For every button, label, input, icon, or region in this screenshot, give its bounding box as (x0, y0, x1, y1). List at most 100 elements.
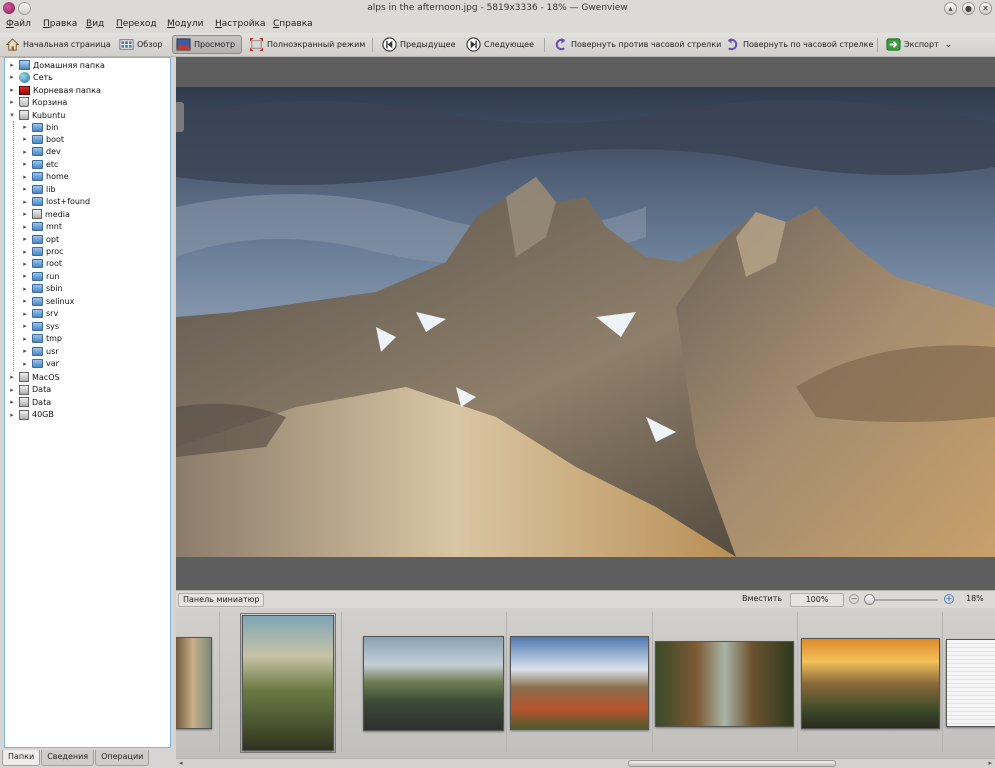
expand-arrow-icon[interactable]: ▸ (21, 272, 29, 280)
chevron-down-icon[interactable]: ⌄ (945, 40, 953, 50)
tree-item-trash[interactable]: ▸ Корзина (8, 96, 67, 108)
menu-file[interactable]: Файл (6, 19, 31, 29)
scrollbar-handle[interactable] (628, 760, 836, 767)
tree-item-sbin[interactable]: ▸ sbin (21, 283, 63, 295)
tree-item-root[interactable]: ▸ root (21, 258, 62, 270)
expand-arrow-icon[interactable]: ▸ (8, 373, 16, 381)
close-button[interactable]: ✕ (979, 2, 992, 15)
expand-arrow-icon[interactable]: ▸ (21, 347, 29, 355)
view-button[interactable]: Просмотр (172, 35, 242, 54)
next-button[interactable]: Следующее (463, 35, 537, 54)
menu-plugins[interactable]: Модули (167, 19, 203, 29)
expand-arrow-icon[interactable]: ▸ (8, 411, 16, 419)
thumbnail[interactable] (946, 639, 995, 727)
tree-item-etc[interactable]: ▸ etc (21, 158, 58, 170)
thumbnail[interactable] (176, 637, 212, 729)
expand-arrow-icon[interactable]: ▸ (21, 248, 29, 256)
menu-settings[interactable]: Настройка (215, 19, 266, 29)
tree-item-home[interactable]: ▸ Домашняя папка (8, 59, 105, 71)
zoom-slider-handle[interactable] (864, 594, 875, 605)
zoom-100-button[interactable]: 100% (790, 593, 844, 607)
expand-arrow-icon[interactable]: ▸ (21, 297, 29, 305)
tree-item-sys[interactable]: ▸ sys (21, 320, 59, 332)
thumbnail[interactable] (801, 638, 940, 729)
tree-item-var[interactable]: ▸ var (21, 358, 59, 370)
expand-arrow-icon[interactable]: ▸ (21, 160, 29, 168)
tree-item-bin[interactable]: ▸ bin (21, 121, 58, 133)
image-viewer[interactable] (176, 57, 995, 590)
thumbnail-cell[interactable] (176, 612, 220, 752)
expand-arrow-icon[interactable]: ▸ (21, 360, 29, 368)
tree-item-home[interactable]: ▸ home (21, 171, 69, 183)
expand-arrow-icon[interactable]: ▸ (21, 123, 29, 131)
zoom-slider[interactable] (866, 599, 938, 601)
main-photo[interactable] (176, 87, 995, 557)
expand-arrow-icon[interactable]: ▸ (21, 185, 29, 193)
scroll-right-icon[interactable]: ▸ (988, 759, 992, 767)
tree-item-drive[interactable]: ▸ 40GB (8, 409, 54, 421)
export-button[interactable]: Экспорт ⌄ (883, 35, 955, 54)
zoom-in-icon[interactable]: + (944, 594, 954, 604)
tree-item-drive[interactable]: ▸ MacOS (8, 371, 60, 383)
sidebar-collapse-handle[interactable] (176, 102, 184, 132)
expand-arrow-icon[interactable]: ▸ (21, 285, 29, 293)
tree-item-mnt[interactable]: ▸ mnt (21, 221, 62, 233)
tree-item-selinux[interactable]: ▸ selinux (21, 295, 74, 307)
expand-arrow-icon[interactable]: ▸ (21, 148, 29, 156)
fit-button[interactable]: Вместить (738, 593, 786, 607)
expand-arrow-icon[interactable]: ▸ (21, 135, 29, 143)
expand-arrow-icon[interactable]: ▸ (8, 61, 16, 69)
tree-item-boot[interactable]: ▸ boot (21, 133, 64, 145)
tree-item-drive[interactable]: ▸ Data (8, 384, 51, 396)
scroll-left-icon[interactable]: ◂ (179, 759, 183, 767)
tree-item-usr[interactable]: ▸ usr (21, 345, 59, 357)
menu-go[interactable]: Переход (116, 19, 157, 29)
tab-information[interactable]: Сведения (41, 750, 95, 766)
thumbnail[interactable] (655, 641, 794, 727)
expand-arrow-icon[interactable]: ▸ (21, 310, 29, 318)
expand-arrow-icon[interactable]: ▸ (8, 98, 16, 106)
thumbnail-cell[interactable] (654, 612, 798, 752)
tree-item-run[interactable]: ▸ run (21, 270, 59, 282)
thumbnail-scrollbar[interactable]: ◂ ▸ (176, 758, 995, 768)
tree-item-kubuntu[interactable]: ▾ Kubuntu (8, 109, 65, 121)
zoom-out-icon[interactable]: − (849, 594, 859, 604)
thumbnail-cell[interactable] (221, 612, 342, 753)
browse-button[interactable]: Обзор (116, 35, 165, 54)
rotate-right-button[interactable]: Повернуть по часовой стрелке (722, 35, 876, 54)
menu-edit[interactable]: Правка (43, 19, 77, 29)
expand-arrow-icon[interactable]: ▸ (8, 86, 16, 94)
expand-arrow-icon[interactable]: ▸ (21, 260, 29, 268)
tree-item-tmp[interactable]: ▸ tmp (21, 333, 62, 345)
tree-item-opt[interactable]: ▸ opt (21, 233, 59, 245)
tree-item-root[interactable]: ▸ Корневая папка (8, 84, 101, 96)
tree-item-network[interactable]: ▸ Сеть (8, 71, 53, 83)
thumbnail[interactable] (363, 636, 504, 731)
tab-folders[interactable]: Папки (2, 750, 41, 766)
expand-arrow-icon[interactable]: ▸ (21, 235, 29, 243)
expand-arrow-icon[interactable]: ▸ (21, 198, 29, 206)
expand-arrow-icon[interactable]: ▸ (8, 398, 16, 406)
thumbnail-cell[interactable] (343, 612, 507, 752)
thumbnail-cell[interactable] (799, 612, 943, 752)
expand-arrow-icon[interactable]: ▸ (21, 173, 29, 181)
thumbnail-selected[interactable] (240, 613, 336, 753)
tree-item-dev[interactable]: ▸ dev (21, 146, 61, 158)
home-page-button[interactable]: Начальная страница (2, 35, 114, 54)
expand-arrow-icon[interactable]: ▸ (21, 223, 29, 231)
menu-help[interactable]: Справка (273, 19, 313, 29)
tree-item-proc[interactable]: ▸ proc (21, 246, 63, 258)
expand-arrow-icon[interactable]: ▸ (8, 386, 16, 394)
tree-item-lib[interactable]: ▸ lib (21, 183, 56, 195)
tree-item-media[interactable]: ▸ media (21, 208, 70, 220)
rotate-left-button[interactable]: Повернуть против часовой стрелки (550, 35, 724, 54)
thumbnail[interactable] (510, 636, 649, 730)
tab-operations[interactable]: Операции (95, 750, 150, 766)
expand-arrow-icon[interactable]: ▸ (21, 335, 29, 343)
minimize-button[interactable]: ▴ (944, 2, 957, 15)
collapse-arrow-icon[interactable]: ▾ (8, 111, 16, 119)
tree-item-srv[interactable]: ▸ srv (21, 308, 58, 320)
tree-item-lost-found[interactable]: ▸ lost+found (21, 196, 90, 208)
thumbnail-cell[interactable] (508, 612, 653, 752)
previous-button[interactable]: Предыдущее (379, 35, 459, 54)
